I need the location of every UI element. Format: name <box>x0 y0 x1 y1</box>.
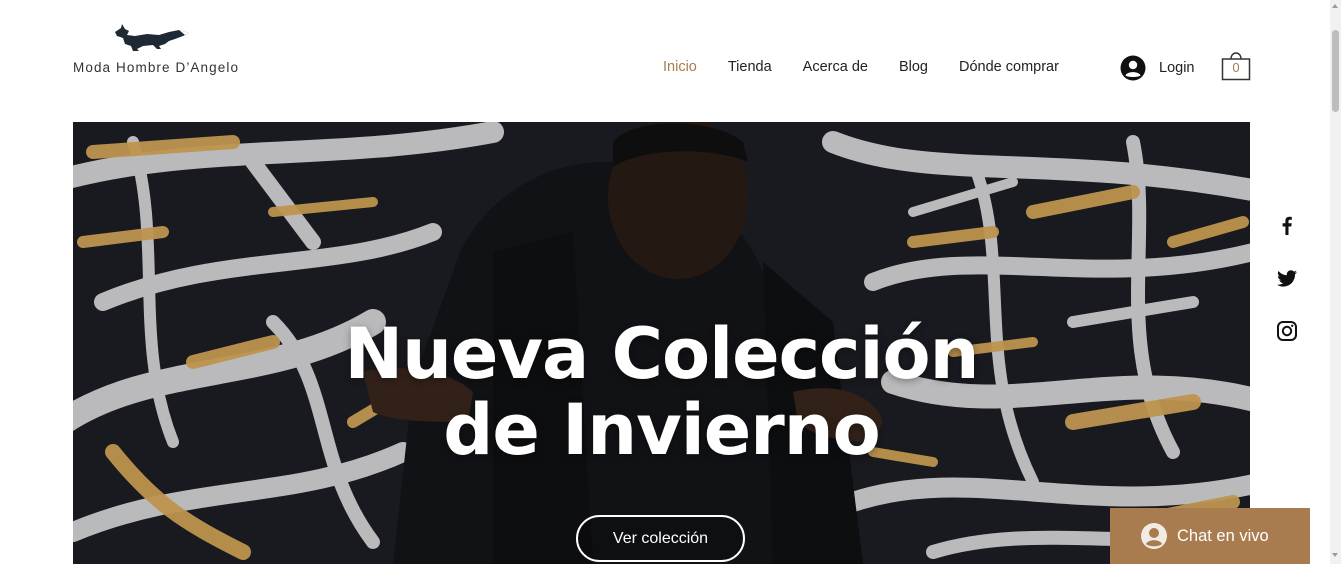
social-bar <box>1276 214 1300 373</box>
twitter-icon[interactable] <box>1276 267 1298 289</box>
user-avatar-icon <box>1120 55 1146 81</box>
nav-item-inicio[interactable]: Inicio <box>663 59 697 75</box>
chat-label: Chat en vivo <box>1177 526 1269 545</box>
hero-title-line-2: de Invierno <box>443 389 880 471</box>
cart-button[interactable]: 0 <box>1221 47 1253 83</box>
nav-item-tienda[interactable]: Tienda <box>728 59 772 75</box>
login-label: Login <box>1159 60 1195 76</box>
login-button[interactable]: Login <box>1120 55 1194 81</box>
brand-name: Moda Hombre D’Angelo <box>73 60 240 75</box>
scroll-up-arrow-icon[interactable] <box>1332 4 1338 8</box>
chat-avatar-icon <box>1141 523 1167 549</box>
live-chat-button[interactable]: Chat en vivo <box>1110 508 1310 564</box>
hero-title-line-1: Nueva Colección <box>344 313 980 395</box>
instagram-icon[interactable] <box>1276 320 1298 342</box>
nav-item-acerca-de[interactable]: Acerca de <box>803 59 868 75</box>
page-scrollbar[interactable] <box>1330 0 1341 564</box>
fox-logo-icon <box>115 24 189 51</box>
cart-count: 0 <box>1232 60 1240 75</box>
hero-title: Nueva Colección de Invierno <box>73 316 1250 468</box>
brand[interactable]: Moda Hombre D’Angelo <box>73 22 273 82</box>
view-collection-button[interactable]: Ver colección <box>576 515 745 562</box>
main-nav: Inicio Tienda Acerca de Blog Dónde compr… <box>663 59 1090 75</box>
scrollbar-thumb[interactable] <box>1332 30 1339 112</box>
nav-item-donde-comprar[interactable]: Dónde comprar <box>959 59 1059 75</box>
site-header: Moda Hombre D’Angelo Inicio Tienda Acerc… <box>0 0 1341 110</box>
facebook-icon[interactable] <box>1276 214 1298 236</box>
hero-banner: Nueva Colección de Invierno Ver colecció… <box>73 122 1250 564</box>
scroll-down-arrow-icon[interactable] <box>1332 553 1338 557</box>
nav-item-blog[interactable]: Blog <box>899 59 928 75</box>
